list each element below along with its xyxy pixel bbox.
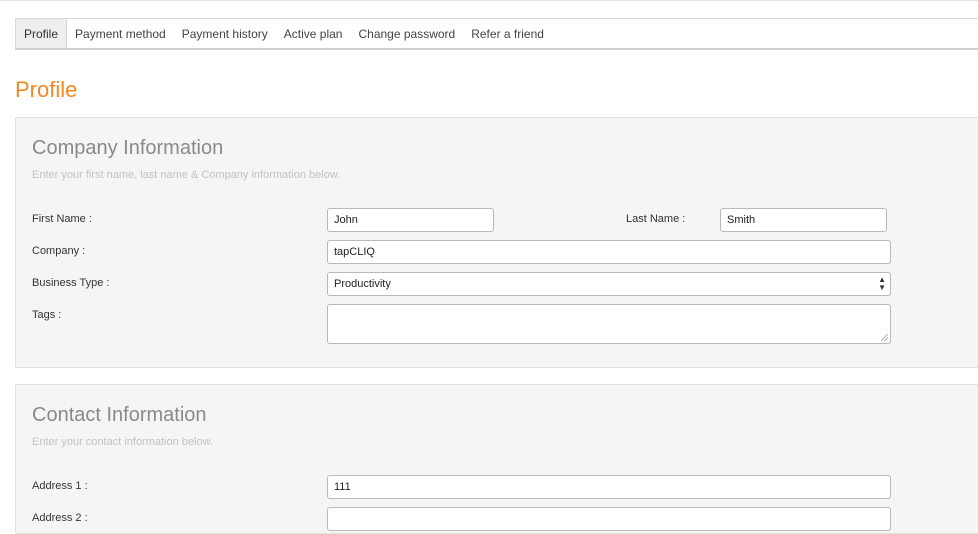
tags-label: Tags : [32, 309, 62, 321]
company-subheading: Enter your first name, last name & Compa… [32, 169, 341, 181]
tags-textarea[interactable] [327, 304, 891, 344]
business-type-selected-value: Productivity [334, 278, 391, 290]
tab-change-password[interactable]: Change password [350, 19, 463, 48]
tab-active-plan[interactable]: Active plan [276, 19, 351, 48]
account-tabs: Profile Payment method Payment history A… [15, 18, 978, 50]
address2-label: Address 2 : [32, 512, 88, 524]
address1-input[interactable]: 111 [327, 475, 891, 499]
address1-label: Address 1 : [32, 480, 88, 492]
select-arrows-icon: ▲ ▼ [878, 275, 886, 292]
tab-refer-a-friend[interactable]: Refer a friend [463, 19, 552, 48]
business-type-select[interactable]: Productivity ▲ ▼ [327, 272, 891, 296]
contact-subheading: Enter your contact information below. [32, 436, 213, 448]
last-name-label: Last Name : [626, 213, 686, 225]
tab-payment-history[interactable]: Payment history [174, 19, 276, 48]
business-type-label: Business Type : [32, 277, 110, 289]
company-input[interactable]: tapCLIQ [327, 240, 891, 264]
tab-payment-method[interactable]: Payment method [67, 19, 174, 48]
last-name-input[interactable]: Smith [720, 208, 887, 232]
company-heading: Company Information [32, 137, 224, 159]
top-divider [0, 0, 978, 1]
first-name-label: First Name : [32, 213, 92, 225]
page-title: Profile [15, 77, 78, 102]
first-name-input[interactable]: John [327, 208, 494, 232]
address2-input[interactable] [327, 507, 891, 531]
contact-heading: Contact Information [32, 404, 207, 426]
tab-profile[interactable]: Profile [16, 19, 68, 48]
company-label: Company : [32, 245, 86, 257]
contact-information-panel: Contact Information Enter your contact i… [15, 384, 978, 534]
company-information-panel: Company Information Enter your first nam… [15, 117, 978, 368]
resize-grip-icon[interactable] [881, 334, 888, 341]
